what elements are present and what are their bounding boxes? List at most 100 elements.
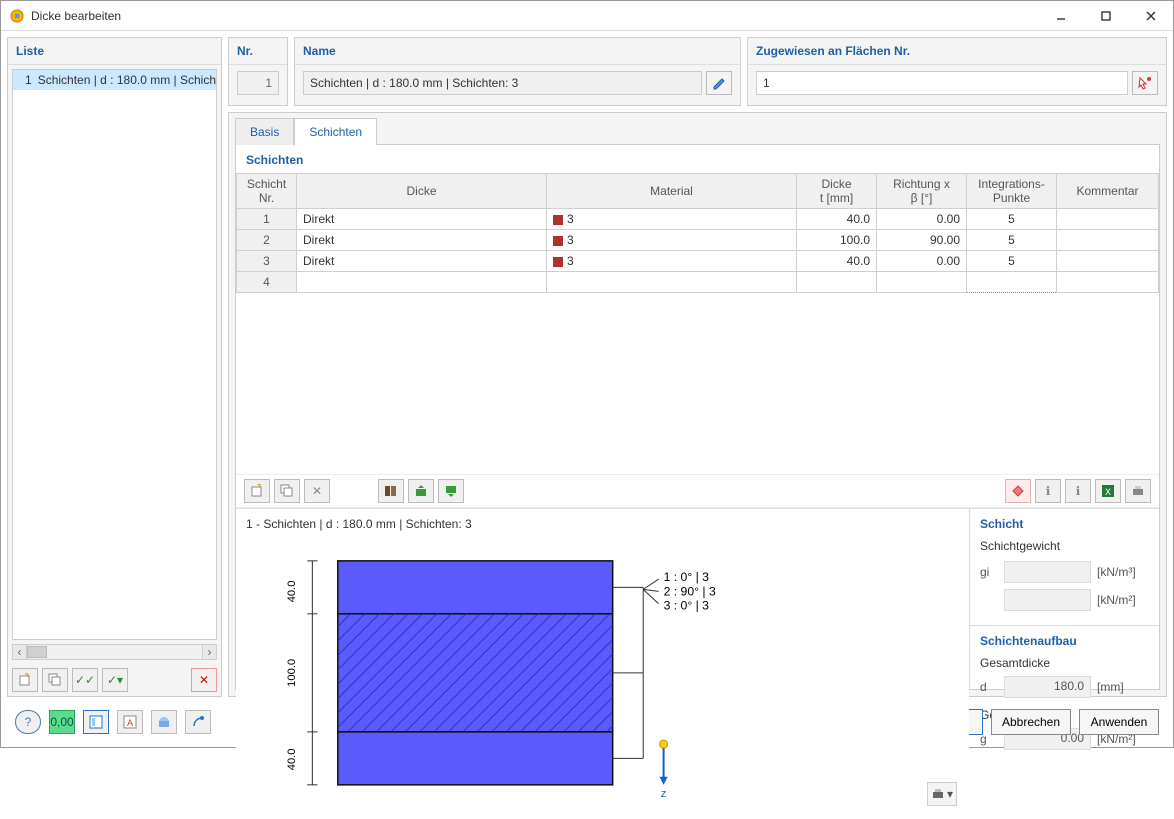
row-nr: 2 [237, 230, 297, 251]
cell-material[interactable]: 3 [547, 230, 797, 251]
lower-split: 1 - Schichten | d : 180.0 mm | Schichten… [236, 508, 1159, 690]
cell-material[interactable]: 3 [547, 209, 797, 230]
cell-t[interactable] [797, 272, 877, 293]
cell-dicke[interactable]: Direkt [297, 209, 547, 230]
print-grid-button[interactable] [1125, 479, 1151, 503]
cell-dicke[interactable]: Direkt [297, 251, 547, 272]
copy-layer-button[interactable] [274, 479, 300, 503]
cell-beta[interactable]: 90.00 [877, 230, 967, 251]
delete-layer-button[interactable]: ✕ [304, 479, 330, 503]
table-row[interactable]: 4 [237, 272, 1159, 293]
left-column: Liste 1 Schichten | d : 180.0 mm | Schic… [7, 37, 222, 697]
cell-beta[interactable]: 0.00 [877, 209, 967, 230]
excel-button[interactable]: X [1095, 479, 1121, 503]
apply-button[interactable]: Anwenden [1079, 709, 1159, 735]
cell-intpts[interactable]: 5 [967, 251, 1057, 272]
list-item[interactable]: 1 Schichten | d : 180.0 mm | Schichten: … [13, 70, 216, 90]
tab-basis[interactable]: Basis [235, 118, 294, 145]
new-layer-button[interactable] [244, 479, 270, 503]
tab-schichten[interactable]: Schichten [294, 118, 377, 145]
check-button[interactable]: ✓✓ [72, 668, 98, 692]
section-diagram: 40.0 100.0 40.0 [236, 539, 969, 817]
info-2-button[interactable]: ℹ [1065, 479, 1091, 503]
cell-beta[interactable] [877, 272, 967, 293]
col-comment[interactable]: Kommentar [1057, 174, 1159, 209]
delete-button[interactable]: ✕ [191, 668, 217, 692]
print-preview-button[interactable]: ▾ [927, 782, 957, 806]
close-button[interactable] [1128, 1, 1173, 30]
preview-canvas[interactable]: 40.0 100.0 40.0 [236, 539, 969, 817]
legend-2: 2 : 90° | 3 [664, 584, 716, 598]
gi-area-unit: [kN/m²] [1097, 593, 1149, 607]
cell-intpts[interactable] [967, 272, 1057, 293]
col-intpts[interactable]: Integrations- Punkte [967, 174, 1057, 209]
schicht-group: Schicht Schichtgewicht gi [kN/m³] [970, 509, 1159, 626]
cell-t[interactable]: 100.0 [797, 230, 877, 251]
scroll-left-icon[interactable]: ‹ [13, 645, 27, 659]
properties-pane: Schicht Schichtgewicht gi [kN/m³] [969, 509, 1159, 690]
col-dicke[interactable]: Dicke [297, 174, 547, 209]
gi-area-value [1004, 589, 1091, 611]
cell-t[interactable]: 40.0 [797, 209, 877, 230]
cell-material[interactable]: 3 [547, 251, 797, 272]
col-material[interactable]: Material [547, 174, 797, 209]
settings-button[interactable] [185, 710, 211, 734]
scroll-right-icon[interactable]: › [202, 645, 216, 659]
dim-bot: 40.0 [286, 748, 298, 770]
view-toggle-1-button[interactable] [83, 710, 109, 734]
layers-title: Schichten [236, 145, 1159, 173]
assigned-field[interactable] [756, 71, 1128, 95]
layers-grid[interactable]: Schicht Nr. Dicke Material Dicke t [mm] … [236, 173, 1159, 293]
export-button[interactable] [438, 479, 464, 503]
view-toggle-3-button[interactable] [151, 710, 177, 734]
view-option-1-button[interactable] [1005, 479, 1031, 503]
import-button[interactable] [408, 479, 434, 503]
schichtgewicht-label: Schichtgewicht [980, 539, 1149, 553]
gi-vol-value [1004, 561, 1091, 583]
pick-surfaces-button[interactable] [1132, 71, 1158, 95]
table-row[interactable]: 2Direkt3100.090.005 [237, 230, 1159, 251]
library-button[interactable] [378, 479, 404, 503]
svg-text:X: X [1105, 487, 1111, 497]
cell-comment[interactable] [1057, 251, 1159, 272]
cancel-button[interactable]: Abbrechen [991, 709, 1071, 735]
cell-dicke[interactable] [297, 272, 547, 293]
col-nr[interactable]: Schicht Nr. [237, 174, 297, 209]
cell-dicke[interactable]: Direkt [297, 230, 547, 251]
cell-comment[interactable] [1057, 230, 1159, 251]
table-row[interactable]: 3Direkt340.00.005 [237, 251, 1159, 272]
table-row[interactable]: 1Direkt340.00.005 [237, 209, 1159, 230]
list-horizontal-scrollbar[interactable]: ‹ › [12, 644, 217, 660]
cell-comment[interactable] [1057, 209, 1159, 230]
preview-title: 1 - Schichten | d : 180.0 mm | Schichten… [236, 509, 969, 539]
help-button[interactable]: ? [15, 710, 41, 734]
check-filter-button[interactable]: ✓▾ [102, 668, 128, 692]
nr-field[interactable] [237, 71, 279, 95]
cell-comment[interactable] [1057, 272, 1159, 293]
gi-label: gi [980, 565, 998, 579]
units-button[interactable]: 0,00 [49, 710, 75, 734]
cell-beta[interactable]: 0.00 [877, 251, 967, 272]
header-row: Nr. Name Zugewiesen an Fläche [228, 37, 1167, 106]
cell-material[interactable] [547, 272, 797, 293]
col-beta[interactable]: Richtung x β [°] [877, 174, 967, 209]
nr-panel: Nr. [228, 37, 288, 106]
cell-intpts[interactable]: 5 [967, 230, 1057, 251]
cell-intpts[interactable]: 5 [967, 209, 1057, 230]
view-toggle-2-button[interactable]: A [117, 710, 143, 734]
new-button[interactable] [12, 668, 38, 692]
minimize-button[interactable] [1038, 1, 1083, 30]
material-swatch-icon [553, 236, 563, 246]
scroll-thumb[interactable] [27, 646, 47, 658]
list-title: Liste [8, 38, 221, 65]
edit-name-button[interactable] [706, 71, 732, 95]
copy-button[interactable] [42, 668, 68, 692]
name-field[interactable] [303, 71, 702, 95]
col-t[interactable]: Dicke t [mm] [797, 174, 877, 209]
dialog-window: Dicke bearbeiten Liste 1 Schichten | d :… [0, 0, 1174, 748]
list-body[interactable]: 1 Schichten | d : 180.0 mm | Schichten: … [12, 69, 217, 640]
maximize-button[interactable] [1083, 1, 1128, 30]
info-1-button[interactable]: ℹ [1035, 479, 1061, 503]
cell-t[interactable]: 40.0 [797, 251, 877, 272]
gi-vol-unit: [kN/m³] [1097, 565, 1149, 579]
